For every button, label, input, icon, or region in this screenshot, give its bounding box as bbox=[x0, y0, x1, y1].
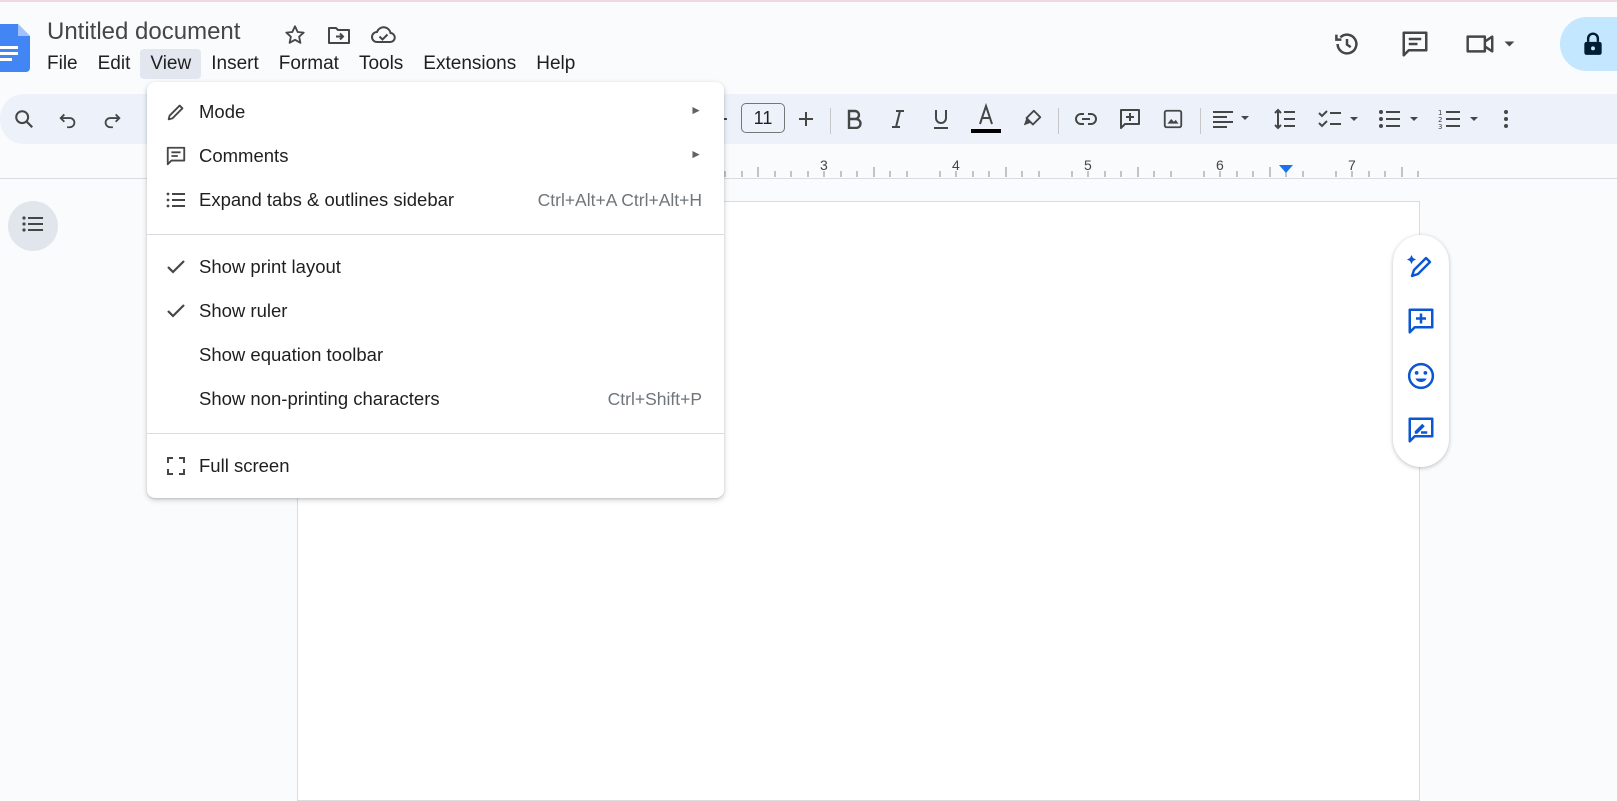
ruler-number: 6 bbox=[1216, 157, 1224, 173]
ruler-number: 3 bbox=[820, 157, 828, 173]
expand-sidebar-shortcut: Ctrl+Alt+A Ctrl+Alt+H bbox=[537, 190, 702, 210]
view-menu-show-equation-toolbar[interactable]: Show equation toolbar bbox=[147, 335, 724, 375]
menu-divider bbox=[147, 433, 724, 434]
comments-label: Comments bbox=[199, 145, 289, 166]
add-emoji-reaction-icon[interactable] bbox=[1405, 360, 1437, 392]
window-top-border bbox=[0, 0, 1617, 2]
italic-icon[interactable] bbox=[882, 103, 914, 135]
full-screen-label: Full screen bbox=[199, 455, 290, 476]
menu-help[interactable]: Help bbox=[526, 49, 585, 79]
menu-insert[interactable]: Insert bbox=[201, 49, 269, 79]
show-ruler-label: Show ruler bbox=[199, 300, 288, 321]
show-print-layout-label: Show print layout bbox=[199, 256, 341, 277]
document-title[interactable]: Untitled document bbox=[47, 18, 240, 46]
show-nonprinting-shortcut: Ctrl+Shift+P bbox=[607, 389, 702, 409]
ruler-number: 7 bbox=[1348, 157, 1356, 173]
submenu-arrow-icon: ► bbox=[690, 147, 702, 161]
bold-icon[interactable] bbox=[838, 103, 870, 135]
comments-icon[interactable] bbox=[1393, 24, 1437, 64]
fullscreen-icon bbox=[164, 454, 188, 478]
line-spacing-icon[interactable] bbox=[1268, 103, 1300, 135]
check-icon bbox=[164, 299, 188, 323]
docs-logo-icon[interactable] bbox=[0, 24, 30, 72]
numbered-list-icon[interactable]: 123 bbox=[1438, 103, 1484, 135]
view-menu-show-nonprinting[interactable]: Show non-printing characters Ctrl+Shift+… bbox=[147, 379, 724, 419]
undo-icon[interactable] bbox=[52, 103, 84, 135]
show-equation-toolbar-label: Show equation toolbar bbox=[199, 344, 384, 365]
view-menu-comments[interactable]: Comments ► bbox=[147, 136, 724, 176]
checklist-icon[interactable] bbox=[1318, 103, 1364, 135]
list-icon bbox=[164, 188, 188, 212]
align-left-icon[interactable] bbox=[1210, 103, 1256, 135]
mode-label: Mode bbox=[199, 101, 246, 122]
redo-icon[interactable] bbox=[96, 103, 128, 135]
ruler-number: 5 bbox=[1084, 157, 1092, 173]
view-menu-expand-sidebar[interactable]: Expand tabs & outlines sidebar Ctrl+Alt+… bbox=[147, 180, 724, 220]
view-menu-show-ruler[interactable]: Show ruler bbox=[147, 291, 724, 331]
help-me-write-icon[interactable] bbox=[1405, 251, 1437, 283]
star-icon[interactable] bbox=[280, 22, 310, 48]
insert-link-icon[interactable] bbox=[1070, 103, 1102, 135]
view-menu-full-screen[interactable]: Full screen bbox=[147, 446, 724, 486]
menu-divider bbox=[147, 234, 724, 235]
submenu-arrow-icon: ► bbox=[690, 103, 702, 117]
toolbar-divider bbox=[830, 108, 831, 134]
lock-icon bbox=[1582, 31, 1604, 62]
header-actions bbox=[1325, 24, 1521, 64]
document-outline-button[interactable] bbox=[8, 201, 58, 251]
title-actions bbox=[280, 22, 398, 48]
outline-list-icon bbox=[22, 215, 44, 237]
insert-image-icon[interactable] bbox=[1157, 103, 1189, 135]
svg-text:3: 3 bbox=[1438, 123, 1442, 130]
menu-format[interactable]: Format bbox=[269, 49, 349, 79]
highlight-icon[interactable] bbox=[1016, 103, 1048, 135]
pencil-icon bbox=[164, 100, 188, 124]
more-options-icon[interactable] bbox=[1494, 103, 1518, 135]
view-menu-dropdown: Mode ► Comments ► Expand tabs & outlines… bbox=[147, 82, 724, 498]
underline-icon[interactable] bbox=[925, 103, 957, 135]
menu-edit[interactable]: Edit bbox=[88, 49, 141, 79]
cloud-saved-icon[interactable] bbox=[368, 22, 398, 48]
expand-sidebar-label: Expand tabs & outlines sidebar bbox=[199, 189, 455, 210]
menubar: File Edit View Insert Format Tools Exten… bbox=[37, 49, 585, 79]
search-icon[interactable] bbox=[8, 103, 40, 135]
toolbar-divider bbox=[1200, 108, 1201, 134]
toolbar-divider bbox=[1058, 108, 1059, 134]
font-size-input[interactable]: 11 bbox=[741, 103, 785, 133]
share-button[interactable] bbox=[1560, 17, 1617, 71]
move-folder-icon[interactable] bbox=[324, 22, 354, 48]
menu-tools[interactable]: Tools bbox=[349, 49, 413, 79]
suggest-edits-icon[interactable] bbox=[1405, 414, 1437, 446]
view-menu-mode[interactable]: Mode ► bbox=[147, 92, 724, 132]
right-indent-marker[interactable] bbox=[1279, 165, 1293, 173]
menu-file[interactable]: File bbox=[37, 49, 88, 79]
add-comment-icon[interactable] bbox=[1114, 103, 1146, 135]
bulleted-list-icon[interactable] bbox=[1378, 103, 1424, 135]
comments-icon bbox=[164, 144, 188, 168]
ruler-number: 4 bbox=[952, 157, 960, 173]
meet-icon[interactable] bbox=[1461, 24, 1521, 64]
version-history-icon[interactable] bbox=[1325, 24, 1369, 64]
add-comment-side-icon[interactable] bbox=[1405, 305, 1437, 337]
check-icon bbox=[164, 255, 188, 279]
text-color-icon[interactable] bbox=[970, 99, 1002, 139]
increase-font-size-icon[interactable] bbox=[790, 103, 822, 135]
show-nonprinting-label: Show non-printing characters bbox=[199, 388, 440, 409]
floating-side-panel bbox=[1393, 235, 1449, 467]
menu-view[interactable]: View bbox=[140, 49, 202, 79]
menu-extensions[interactable]: Extensions bbox=[413, 49, 526, 79]
view-menu-show-print-layout[interactable]: Show print layout bbox=[147, 247, 724, 287]
